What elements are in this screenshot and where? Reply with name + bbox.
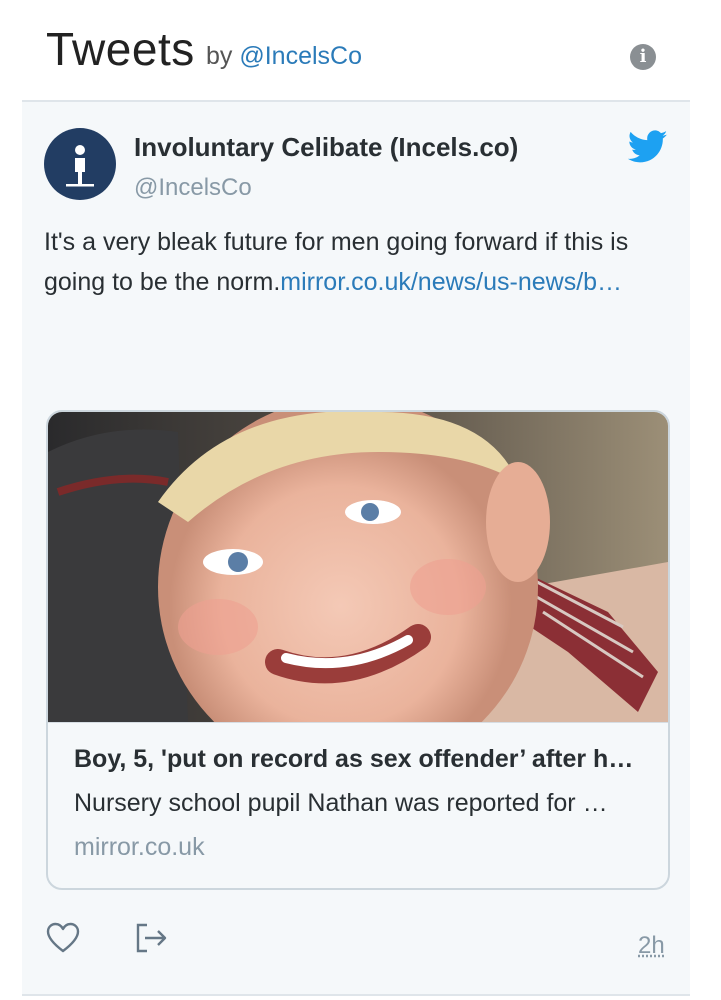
tweet-link[interactable]: mirror.co.uk/news/us-news/b… [280, 268, 622, 296]
tweet-timestamp[interactable]: 2h [638, 932, 665, 960]
card-title[interactable]: Boy, 5, 'put on record as sex offender’ … [74, 745, 644, 774]
avatar-figure-icon [66, 145, 94, 187]
info-icon[interactable]: i [630, 44, 656, 70]
card-body[interactable]: Boy, 5, 'put on record as sex offender’ … [48, 722, 668, 888]
tweet[interactable]: Involuntary Celibate (Incels.co) @Incels… [22, 100, 690, 996]
timeline-title: Tweets [46, 23, 195, 75]
author-name[interactable]: Involuntary Celibate (Incels.co) [134, 132, 518, 163]
link-card[interactable]: Boy, 5, 'put on record as sex offender’ … [46, 410, 670, 890]
card-description: Nursery school pupil Nathan was reported… [74, 789, 608, 817]
twitter-bird-icon[interactable] [628, 130, 668, 164]
author-handle[interactable]: @IncelsCo [134, 174, 252, 202]
timeline-byline: by @IncelsCo [206, 42, 362, 71]
avatar[interactable] [44, 128, 116, 200]
card-domain: mirror.co.uk [74, 833, 205, 861]
heart-icon[interactable] [46, 922, 80, 954]
share-icon[interactable] [134, 922, 168, 954]
card-image[interactable] [48, 412, 668, 722]
timeline-header: Tweets by @IncelsCo i [0, 0, 721, 100]
byline-handle-link[interactable]: @IncelsCo [239, 42, 362, 70]
byline-prefix: by [206, 42, 233, 70]
tweet-text: It's a very bleak future for men going f… [44, 222, 664, 302]
